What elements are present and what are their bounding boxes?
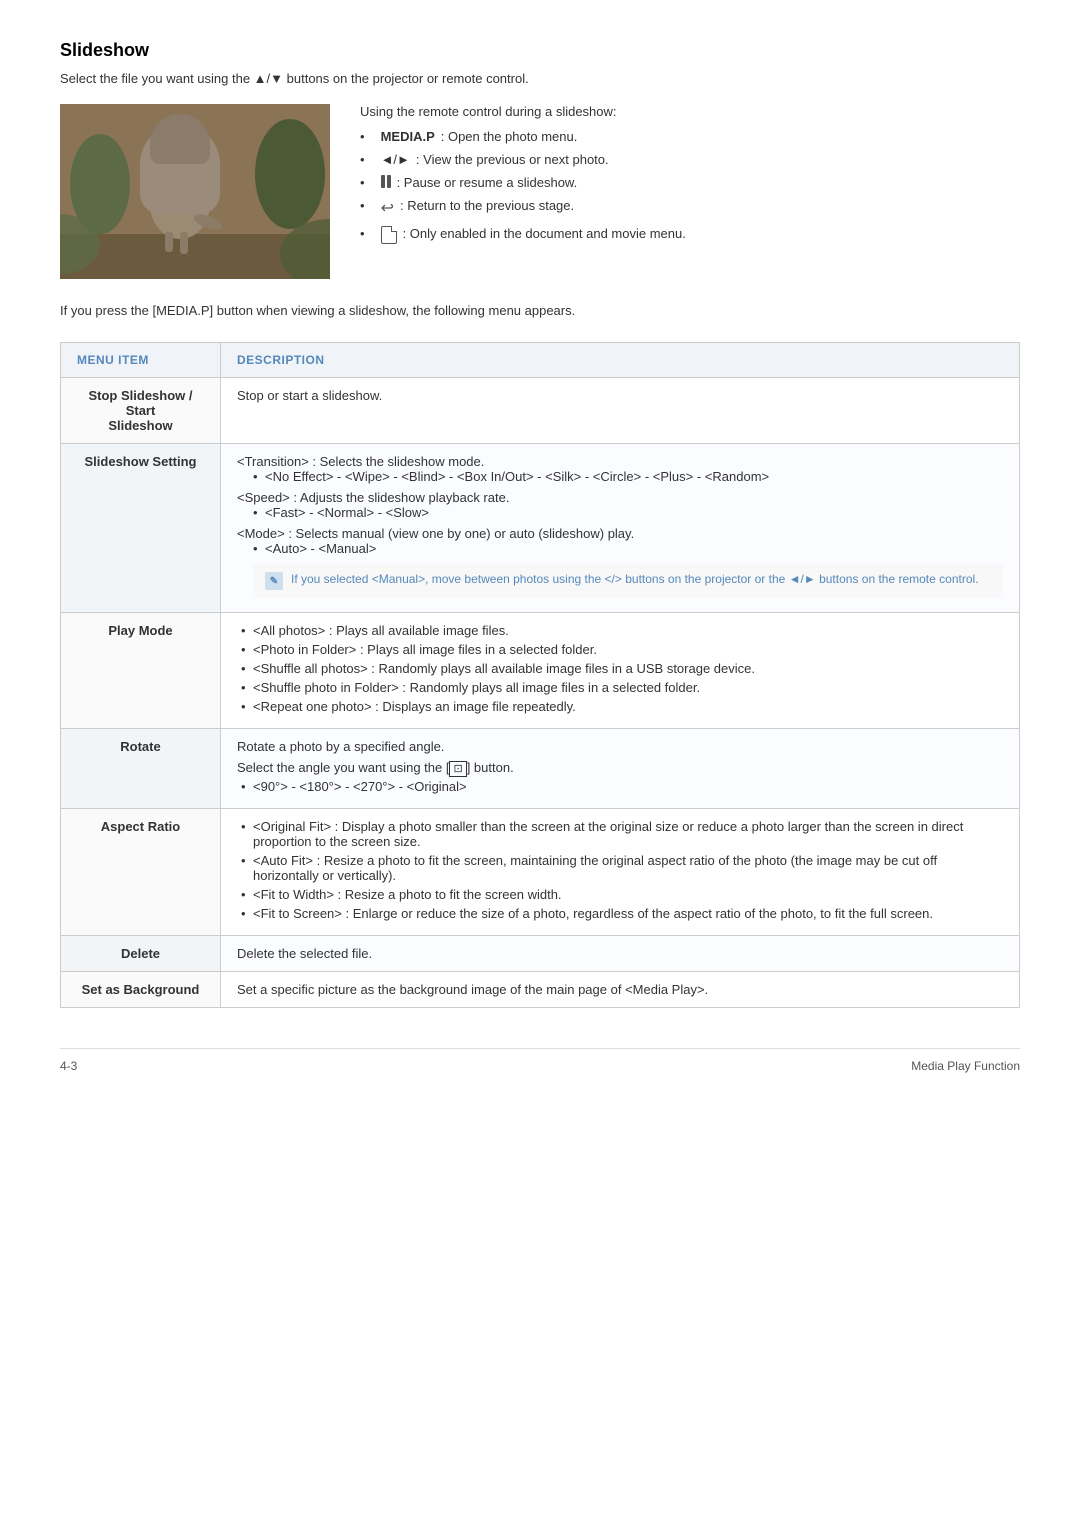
menu-item-name: Delete bbox=[61, 936, 221, 972]
mode-label: <Mode> : Selects manual (view one by one… bbox=[237, 526, 1003, 541]
list-item: <Fit to Screen> : Enlarge or reduce the … bbox=[237, 906, 1003, 921]
list-item: <Fit to Width> : Resize a photo to fit t… bbox=[237, 887, 1003, 902]
menu-item-desc: <All photos> : Plays all available image… bbox=[221, 613, 1020, 729]
table-row: Delete Delete the selected file. bbox=[61, 936, 1020, 972]
rotate-options: <90°> - <180°> - <270°> - <Original> bbox=[237, 779, 1003, 794]
table-row: Play Mode <All photos> : Plays all avail… bbox=[61, 613, 1020, 729]
table-row: Aspect Ratio <Original Fit> : Display a … bbox=[61, 809, 1020, 936]
mediap-text: : Open the photo menu. bbox=[441, 129, 578, 144]
remote-item-return: ↩ : Return to the previous stage. bbox=[360, 198, 1020, 218]
section-label: Media Play Function bbox=[911, 1059, 1020, 1073]
transition-label: <Transition> : Selects the slideshow mod… bbox=[237, 454, 1003, 469]
transition-options: <No Effect> - <Wipe> - <Blind> - <Box In… bbox=[237, 469, 1003, 484]
list-item: <No Effect> - <Wipe> - <Blind> - <Box In… bbox=[237, 469, 1003, 484]
menu-item-name: Stop Slideshow / StartSlideshow bbox=[61, 378, 221, 444]
intro-text: Select the file you want using the ▲/▼ b… bbox=[60, 71, 1020, 86]
mediap-label: MEDIA.P bbox=[381, 129, 435, 144]
list-item: <Shuffle photo in Folder> : Randomly pla… bbox=[237, 680, 1003, 695]
list-item: <Fast> - <Normal> - <Slow> bbox=[237, 505, 1003, 520]
menu-item-desc: Rotate a photo by a specified angle. Sel… bbox=[221, 729, 1020, 809]
menu-item-desc: <Transition> : Selects the slideshow mod… bbox=[221, 444, 1020, 613]
return-text: : Return to the previous stage. bbox=[400, 198, 574, 213]
remote-item-doc: : Only enabled in the document and movie… bbox=[360, 226, 1020, 244]
table-row: Slideshow Setting <Transition> : Selects… bbox=[61, 444, 1020, 613]
speed-label: <Speed> : Adjusts the slideshow playback… bbox=[237, 490, 1003, 505]
doc-text: : Only enabled in the document and movie… bbox=[403, 226, 686, 241]
speed-options: <Fast> - <Normal> - <Slow> bbox=[237, 505, 1003, 520]
list-item: <Auto> - <Manual> bbox=[237, 541, 1003, 556]
menu-item-name: Aspect Ratio bbox=[61, 809, 221, 936]
menu-item-name: Rotate bbox=[61, 729, 221, 809]
rotate-text2: Select the angle you want using the [⊡] … bbox=[237, 760, 1003, 775]
aspect-ratio-list: <Original Fit> : Display a photo smaller… bbox=[237, 819, 1003, 921]
menu-item-desc: <Original Fit> : Display a photo smaller… bbox=[221, 809, 1020, 936]
list-item: <90°> - <180°> - <270°> - <Original> bbox=[237, 779, 1003, 794]
arrows-text: : View the previous or next photo. bbox=[416, 152, 609, 167]
footer: 4-3 Media Play Function bbox=[60, 1048, 1020, 1073]
play-mode-list: <All photos> : Plays all available image… bbox=[237, 623, 1003, 714]
note-icon: ✎ bbox=[265, 572, 283, 590]
menu-item-desc: Stop or start a slideshow. bbox=[221, 378, 1020, 444]
doc-icon bbox=[381, 226, 397, 244]
pause-icon bbox=[381, 175, 391, 188]
mode-options: <Auto> - <Manual> bbox=[237, 541, 1003, 556]
remote-title: Using the remote control during a slides… bbox=[360, 104, 1020, 119]
list-item: <Original Fit> : Display a photo smaller… bbox=[237, 819, 1003, 849]
menu-item-desc: Delete the selected file. bbox=[221, 936, 1020, 972]
menu-item-name: Set as Background bbox=[61, 972, 221, 1008]
slideshow-image bbox=[60, 104, 330, 279]
page-number: 4-3 bbox=[60, 1059, 77, 1073]
list-item: <Shuffle all photos> : Randomly plays al… bbox=[237, 661, 1003, 676]
note-box: ✎ If you selected <Manual>, move between… bbox=[253, 564, 1003, 598]
list-item: <Photo in Folder> : Plays all image file… bbox=[237, 642, 1003, 657]
rotate-text1: Rotate a photo by a specified angle. bbox=[237, 739, 1003, 754]
remote-items-list: MEDIA.P : Open the photo menu. ◄/► : Vie… bbox=[360, 129, 1020, 244]
menu-item-desc: Set a specific picture as the background… bbox=[221, 972, 1020, 1008]
return-icon: ↩ bbox=[381, 198, 394, 218]
note-text: If you selected <Manual>, move between p… bbox=[291, 572, 979, 586]
remote-item-pause: : Pause or resume a slideshow. bbox=[360, 175, 1020, 190]
menu-table: MENU ITEM DESCRIPTION Stop Slideshow / S… bbox=[60, 342, 1020, 1008]
table-row: Stop Slideshow / StartSlideshow Stop or … bbox=[61, 378, 1020, 444]
col-header-menu-item: MENU ITEM bbox=[61, 343, 221, 378]
arrows-label: ◄/► bbox=[381, 152, 410, 167]
list-item: <Repeat one photo> : Displays an image f… bbox=[237, 699, 1003, 714]
remote-info: Using the remote control during a slides… bbox=[360, 104, 1020, 279]
remote-item-arrows: ◄/► : View the previous or next photo. bbox=[360, 152, 1020, 167]
page-title: Slideshow bbox=[60, 40, 1020, 61]
table-row: Rotate Rotate a photo by a specified ang… bbox=[61, 729, 1020, 809]
menu-item-name: Slideshow Setting bbox=[61, 444, 221, 613]
menu-item-name: Play Mode bbox=[61, 613, 221, 729]
list-item: <Auto Fit> : Resize a photo to fit the s… bbox=[237, 853, 1003, 883]
top-section: Using the remote control during a slides… bbox=[60, 104, 1020, 279]
pause-text: : Pause or resume a slideshow. bbox=[397, 175, 578, 190]
bottom-note: If you press the [MEDIA.P] button when v… bbox=[60, 303, 1020, 318]
list-item: <All photos> : Plays all available image… bbox=[237, 623, 1003, 638]
table-row: Set as Background Set a specific picture… bbox=[61, 972, 1020, 1008]
col-header-description: DESCRIPTION bbox=[221, 343, 1020, 378]
remote-item-mediap: MEDIA.P : Open the photo menu. bbox=[360, 129, 1020, 144]
